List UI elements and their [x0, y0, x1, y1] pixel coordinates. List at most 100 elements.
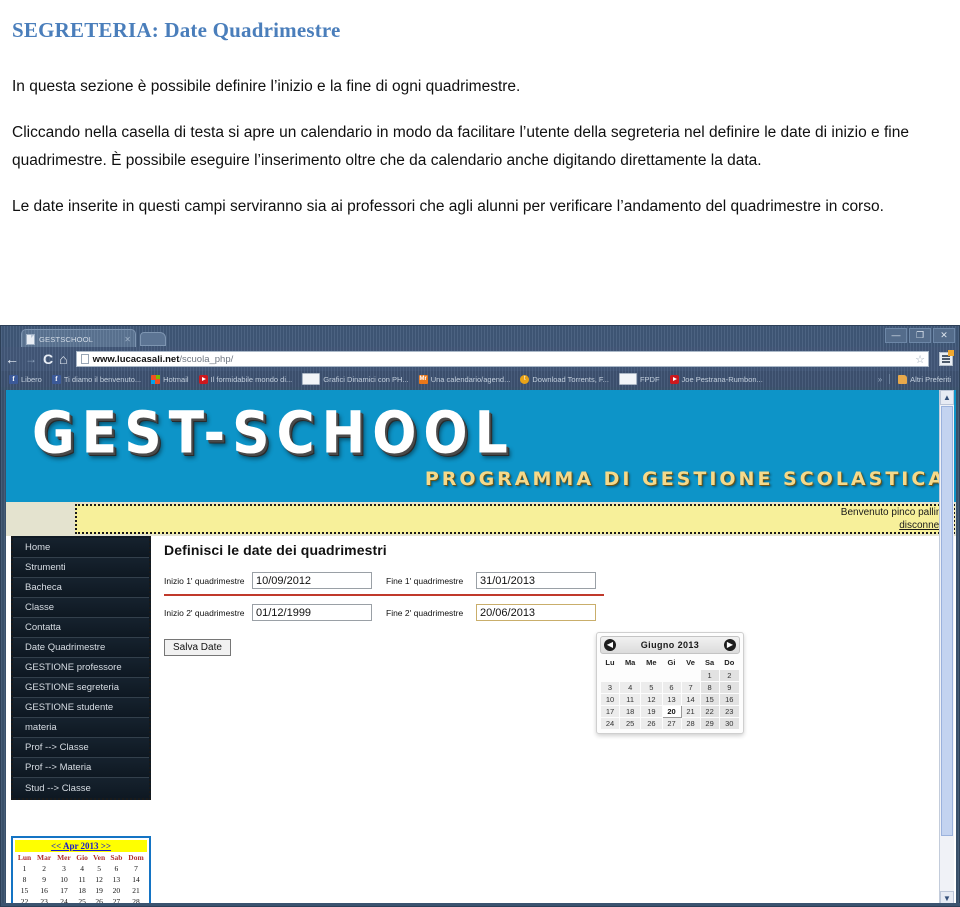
day-cell[interactable]: 11 — [74, 874, 91, 885]
sidebar-item-stud-classe[interactable]: Stud --> Classe — [13, 778, 149, 798]
bookmark-item[interactable]: t Download Torrents, F... — [515, 374, 614, 384]
day-cell[interactable]: 25 — [619, 717, 642, 730]
sidebar-calendar[interactable]: << Apr 2013 >> Lun Mar Mer Gio Ven Sab D… — [11, 836, 151, 906]
day-cell[interactable]: 9 — [34, 874, 54, 885]
sidebar-calendar-header[interactable]: << Apr 2013 >> — [15, 840, 147, 852]
inizio-1-input[interactable] — [252, 572, 372, 589]
day-cell[interactable]: 24 — [599, 717, 621, 730]
day-cell[interactable]: 15 — [699, 693, 720, 706]
sidebar-item-contatta[interactable]: Contatta — [13, 618, 149, 638]
inizio-2-input[interactable] — [252, 604, 372, 621]
page-scrollbar[interactable]: ▲ ▼ — [939, 390, 954, 906]
day-cell[interactable]: 8 — [15, 874, 34, 885]
browser-tab[interactable]: GESTSCHOOL ✕ — [21, 329, 136, 348]
day-cell[interactable]: 21 — [125, 885, 147, 896]
day-cell[interactable]: 3 — [54, 863, 74, 874]
minimize-button[interactable]: — — [885, 328, 907, 343]
sidebar-item-prof-materia[interactable]: Prof --> Materia — [13, 758, 149, 778]
day-cell[interactable]: 7 — [680, 681, 701, 694]
day-cell[interactable]: 7 — [125, 863, 147, 874]
day-cell[interactable]: 12 — [640, 693, 663, 706]
day-cell[interactable]: 5 — [90, 863, 107, 874]
day-cell[interactable]: 3 — [599, 681, 621, 694]
new-tab-button[interactable] — [140, 332, 166, 346]
day-cell[interactable]: 2 — [34, 863, 54, 874]
save-button[interactable]: Salva Date — [164, 639, 231, 656]
sidebar-item-classe[interactable]: Classe — [13, 598, 149, 618]
day-cell[interactable]: 13 — [108, 874, 125, 885]
sidebar-item-prof-classe[interactable]: Prof --> Classe — [13, 738, 149, 758]
bookmark-item[interactable]: f Ti diamo il benvenuto... — [47, 374, 146, 384]
day-cell[interactable]: 18 — [74, 885, 91, 896]
sidebar-item-gestione-studente[interactable]: GESTIONE studente — [13, 698, 149, 718]
day-cell[interactable]: 22 — [699, 705, 720, 718]
day-cell[interactable]: 18 — [619, 705, 642, 718]
forward-icon[interactable]: → — [25, 353, 37, 365]
day-cell[interactable]: 4 — [74, 863, 91, 874]
day-cell[interactable]: 23 — [718, 705, 741, 718]
day-cell[interactable]: 19 — [640, 705, 663, 718]
back-icon[interactable]: ← — [5, 352, 19, 366]
day-cell[interactable]: 17 — [599, 705, 621, 718]
day-cell[interactable]: 14 — [680, 693, 701, 706]
prev-month-icon[interactable]: ◀ — [604, 639, 616, 651]
day-cell[interactable]: 11 — [619, 693, 642, 706]
bookmark-item[interactable]: FPDF — [614, 373, 665, 385]
day-cell[interactable]: 16 — [34, 885, 54, 896]
day-cell[interactable]: 17 — [54, 885, 74, 896]
other-bookmarks-item[interactable]: Altri Preferiti — [893, 374, 956, 384]
sidebar-item-bacheca[interactable]: Bacheca — [13, 578, 149, 598]
address-bar[interactable]: www.lucacasali.net/scuola_php/ ☆ — [75, 351, 929, 367]
bookmark-item[interactable]: f Libero — [4, 374, 47, 384]
day-cell[interactable]: 14 — [125, 874, 147, 885]
sidebar-item-gestione-professore[interactable]: GESTIONE professore — [13, 658, 149, 678]
day-cell[interactable]: 10 — [599, 693, 621, 706]
bookmark-item[interactable]: Mr Una calendario/agend... — [414, 374, 516, 384]
day-cell[interactable]: 6 — [108, 863, 125, 874]
day-cell[interactable]: 27 — [661, 717, 682, 730]
day-cell[interactable]: 30 — [718, 717, 741, 730]
bookmark-item[interactable]: Hotmail — [146, 374, 193, 384]
day-cell[interactable]: 5 — [640, 681, 663, 694]
bookmark-item[interactable]: Il formidabile mondo di... — [194, 374, 298, 384]
day-cell[interactable]: 4 — [619, 681, 642, 694]
day-cell[interactable]: 6 — [661, 681, 682, 694]
next-month-icon[interactable]: ▶ — [723, 639, 736, 651]
day-cell[interactable]: 20 — [108, 885, 125, 896]
day-cell[interactable]: 2 — [718, 669, 741, 682]
fine-2-input[interactable] — [476, 604, 596, 621]
day-cell[interactable]: 28 — [680, 717, 701, 730]
day-cell[interactable]: 1 — [699, 669, 720, 682]
scrollbar-thumb[interactable] — [941, 406, 953, 836]
fine-1-input[interactable] — [476, 572, 596, 589]
day-cell[interactable]: 19 — [90, 885, 107, 896]
star-icon[interactable]: ☆ — [915, 353, 925, 366]
close-button[interactable]: ✕ — [933, 328, 955, 343]
sidebar-item-gestione-segreteria[interactable]: GESTIONE segreteria — [13, 678, 149, 698]
day-cell[interactable]: 16 — [718, 693, 741, 706]
sidebar-item-strumenti[interactable]: Strumenti — [13, 558, 149, 578]
sidebar-item-date-quadrimestre[interactable]: Date Quadrimestre — [13, 638, 149, 658]
reload-icon[interactable]: C — [43, 352, 53, 366]
day-cell[interactable]: 9 — [718, 681, 741, 694]
day-cell[interactable]: 10 — [54, 874, 74, 885]
bookmarks-overflow-icon[interactable]: » — [874, 375, 886, 384]
sidebar-item-materia[interactable]: materia — [13, 718, 149, 738]
day-cell[interactable]: 26 — [640, 717, 663, 730]
day-cell[interactable]: 21 — [680, 705, 701, 718]
day-cell[interactable]: 12 — [90, 874, 107, 885]
scroll-up-icon[interactable]: ▲ — [940, 390, 954, 405]
close-icon[interactable]: ✕ — [124, 335, 131, 344]
day-cell[interactable]: 29 — [699, 717, 720, 730]
day-cell[interactable]: 8 — [699, 681, 720, 694]
day-cell-selected[interactable]: 20 — [661, 705, 682, 718]
maximize-button[interactable]: ❐ — [909, 328, 931, 343]
day-cell[interactable]: 1 — [15, 863, 34, 874]
day-cell[interactable]: 15 — [15, 885, 34, 896]
home-icon[interactable]: ⌂ — [59, 352, 67, 366]
menu-icon[interactable] — [939, 350, 954, 366]
sidebar-item-home[interactable]: Home — [13, 538, 149, 558]
day-cell[interactable]: 13 — [661, 693, 682, 706]
bookmark-item[interactable]: Joe Pestrana-Rumbon... — [665, 374, 768, 384]
bookmark-item[interactable]: Grafici Dinamici con PH... — [297, 373, 413, 385]
